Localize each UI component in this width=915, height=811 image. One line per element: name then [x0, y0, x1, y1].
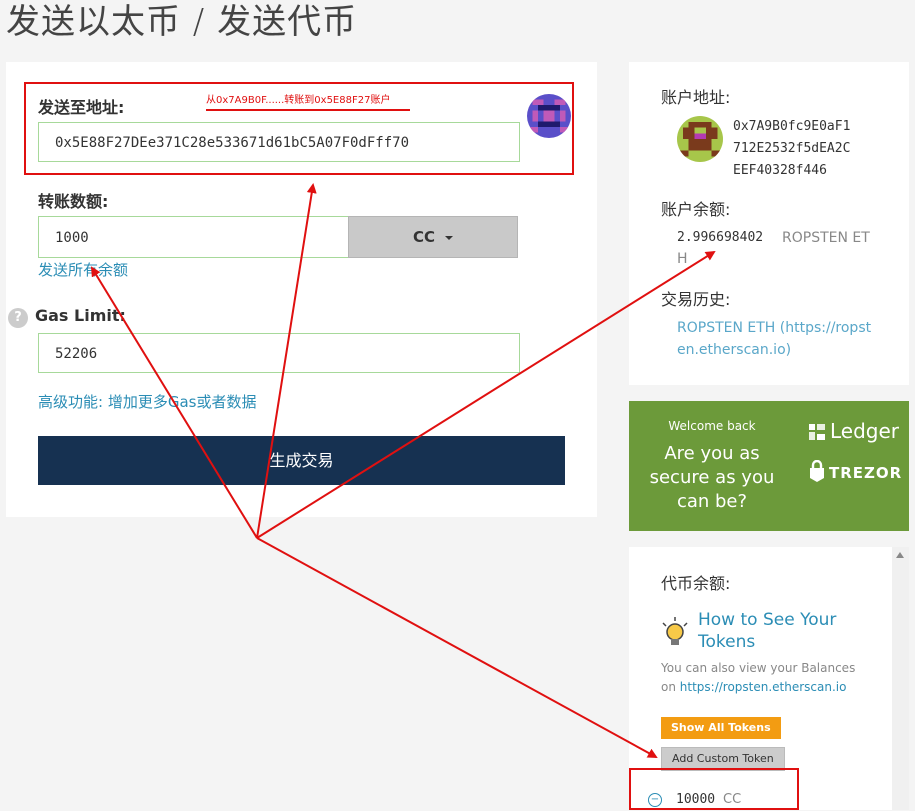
annotation-box-token-balance [629, 768, 799, 810]
ad-headline-line-1: Are you as [664, 443, 760, 464]
account-address-line-2: 712E2532f5dEA2C [733, 141, 851, 156]
gas-limit-input[interactable]: 52206 [38, 333, 520, 373]
account-address-line-1: 0x7A9B0fc9E0aF1 [733, 119, 851, 134]
caret-down-icon [445, 235, 454, 240]
generate-transaction-button[interactable]: 生成交易 [38, 436, 565, 485]
transaction-history-label: 交易历史: [661, 290, 731, 309]
account-balance-unit-wrap: H [677, 251, 688, 267]
token-select-label: CC [412, 228, 436, 246]
account-address-label: 账户地址: [661, 88, 731, 107]
hardware-wallet-ad[interactable]: Welcome back Are you as secure as you ca… [629, 401, 909, 531]
arrow-to-token-balance [256, 537, 658, 758]
trezor-logo-icon [809, 459, 825, 482]
amount-label: 转账数额: [38, 192, 109, 211]
trezor-brand-text: TREZOR [829, 464, 903, 482]
token-desc-prefix: on [661, 680, 680, 694]
history-link-line-2[interactable]: en.etherscan.io) [677, 339, 791, 361]
token-panel-scrollbar[interactable] [892, 547, 909, 810]
account-info-panel: 账户地址: 0x7A9B0fc9E0aF1 712E2532f5dEA2C EE… [629, 62, 909, 385]
how-to-see-tokens-link-line-1[interactable]: How to See Your [698, 609, 878, 631]
annotation-note: 从0x7A9B0F......转账到0x5E88F27账户 [206, 95, 391, 106]
lightbulb-icon [661, 617, 689, 651]
token-view-balances-text: You can also view your Balances [661, 661, 856, 675]
history-link-line-1[interactable]: ROPSTEN ETH (https://ropst [677, 317, 871, 339]
account-balance-value: 2.996698402 [677, 230, 764, 245]
ledger-logo-icon [809, 424, 825, 440]
page-title: 发送以太币 / 发送代币 [6, 2, 358, 42]
scroll-up-arrow-icon[interactable] [896, 552, 904, 558]
account-address-line-3: EEF40328f446 [733, 163, 827, 178]
token-select-dropdown[interactable]: CC [348, 216, 518, 258]
ad-welcome-text: Welcome back [668, 419, 756, 433]
ad-headline-line-3: can be? [676, 491, 748, 512]
ledger-brand-text: Ledger [830, 419, 900, 443]
send-all-balance-link[interactable]: 发送所有余额 [38, 259, 128, 280]
how-to-see-tokens-link-line-2[interactable]: Tokens [698, 631, 878, 653]
token-view-balances-line-2: on https://ropsten.etherscan.io [661, 678, 846, 697]
token-balances-label: 代币余额: [661, 574, 731, 593]
account-balance-label: 账户余额: [661, 200, 731, 219]
advanced-options-link[interactable]: 高级功能: 增加更多Gas或者数据 [38, 391, 256, 412]
etherscan-link[interactable]: https://ropsten.etherscan.io [680, 680, 847, 694]
amount-input[interactable]: 1000 [38, 216, 349, 258]
gas-limit-label: Gas Limit: [35, 306, 126, 325]
help-icon[interactable]: ? [8, 308, 28, 328]
ad-headline-line-2: secure as you [649, 467, 775, 488]
account-balance-unit: ROPSTEN ET [782, 230, 870, 246]
show-all-tokens-button[interactable]: Show All Tokens [661, 717, 781, 739]
account-identicon [677, 116, 723, 162]
